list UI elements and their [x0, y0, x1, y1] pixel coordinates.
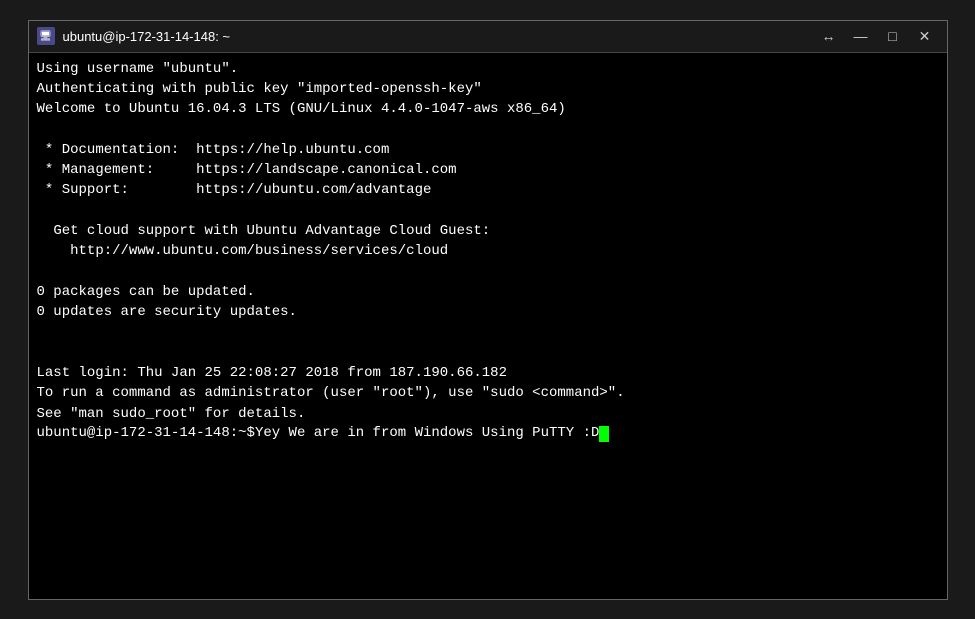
- cursor: [599, 426, 609, 442]
- window-controls: ↔ — □ ✕: [815, 25, 939, 47]
- close-button[interactable]: ✕: [911, 25, 939, 47]
- title-bar: 🖥 ubuntu@ip-172-31-14-148: ~ ↔ — □ ✕: [29, 21, 947, 53]
- window-title: ubuntu@ip-172-31-14-148: ~: [63, 29, 815, 44]
- terminal-body[interactable]: Using username "ubuntu". Authenticating …: [29, 53, 947, 599]
- transfer-button[interactable]: ↔: [815, 25, 843, 47]
- prompt-line: ubuntu@ip-172-31-14-148:~$ Yey We are in…: [37, 424, 939, 444]
- maximize-button[interactable]: □: [879, 25, 907, 47]
- minimize-button[interactable]: —: [847, 25, 875, 47]
- prompt-text: ubuntu@ip-172-31-14-148:~$: [37, 424, 255, 444]
- terminal-window: 🖥 ubuntu@ip-172-31-14-148: ~ ↔ — □ ✕ Usi…: [28, 20, 948, 600]
- terminal-output: Using username "ubuntu". Authenticating …: [37, 59, 939, 424]
- command-text: Yey We are in from Windows Using PuTTY :…: [255, 424, 599, 444]
- window-icon: 🖥: [37, 27, 55, 45]
- icon-symbol: 🖥: [39, 31, 52, 42]
